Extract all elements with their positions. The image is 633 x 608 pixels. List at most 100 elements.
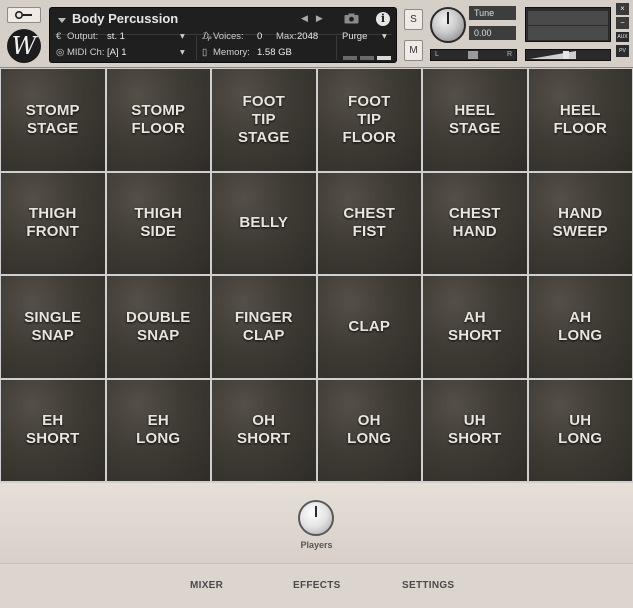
max-voices-value[interactable]: 2048 bbox=[297, 31, 318, 42]
instrument-nav-arrows-icon[interactable]: ◀▶ bbox=[301, 13, 331, 24]
pad[interactable]: CLAP bbox=[317, 276, 421, 378]
pad[interactable]: EH LONG bbox=[106, 379, 210, 481]
wrench-button[interactable] bbox=[7, 7, 41, 23]
meter-bar-right bbox=[528, 26, 608, 40]
instrument-menu-icon[interactable] bbox=[58, 18, 66, 23]
pad[interactable]: FINGER CLAP bbox=[212, 276, 316, 378]
pad-label: THIGH SIDE bbox=[134, 205, 183, 241]
pad[interactable]: HAND SWEEP bbox=[528, 172, 632, 274]
voices-value: 0 bbox=[257, 31, 263, 42]
tune-knob[interactable] bbox=[430, 7, 466, 43]
output-select[interactable]: st. 1 bbox=[107, 31, 125, 42]
purge-select[interactable]: Purge bbox=[342, 31, 367, 42]
pan-thumb[interactable] bbox=[468, 51, 478, 59]
pad[interactable]: THIGH SIDE bbox=[106, 172, 210, 274]
midi-icon: ◎ bbox=[56, 47, 65, 58]
close-button[interactable]: × bbox=[616, 3, 629, 15]
meter-bar-left bbox=[528, 11, 608, 25]
pad[interactable]: THIGH FRONT bbox=[1, 172, 105, 274]
pad-label: BELLY bbox=[239, 214, 289, 232]
level-meter bbox=[525, 7, 611, 42]
bottom-nav: MIXER EFFECTS SETTINGS bbox=[0, 563, 633, 608]
pan-right-label: R bbox=[506, 51, 512, 58]
pad-label: STOMP FLOOR bbox=[131, 101, 186, 137]
pad[interactable]: CHEST HAND bbox=[423, 172, 527, 274]
players-knob[interactable] bbox=[298, 500, 334, 536]
players-label: Players bbox=[300, 540, 333, 550]
memory-label: Memory: bbox=[213, 47, 250, 58]
max-label: Max: bbox=[276, 31, 297, 42]
pad-label: SINGLE SNAP bbox=[24, 308, 82, 344]
solo-button[interactable]: S bbox=[404, 9, 423, 30]
midi-channel-select[interactable]: [A] 1 bbox=[107, 47, 127, 58]
pad-label: FINGER CLAP bbox=[234, 308, 293, 344]
pad-label: FOOT TIP FLOOR bbox=[342, 92, 396, 146]
pad[interactable]: OH SHORT bbox=[212, 379, 316, 481]
pv-button[interactable]: PV bbox=[616, 45, 629, 57]
pad[interactable]: OH LONG bbox=[317, 379, 421, 481]
purge-indicator bbox=[343, 52, 394, 63]
output-label: Output: bbox=[67, 31, 99, 42]
players-panel: Players bbox=[0, 483, 633, 563]
tab-mixer[interactable]: MIXER bbox=[190, 580, 223, 591]
pad-label: EH SHORT bbox=[26, 412, 80, 448]
pad-label: OH LONG bbox=[347, 412, 392, 448]
tune-label: Tune bbox=[469, 6, 516, 20]
pad-label: UH LONG bbox=[558, 412, 603, 448]
pad-label: HEEL FLOOR bbox=[553, 101, 607, 137]
pad-label: THIGH FRONT bbox=[26, 205, 80, 241]
volume-thumb[interactable] bbox=[563, 51, 569, 59]
pad-label: HAND SWEEP bbox=[552, 205, 608, 241]
pad[interactable]: BELLY bbox=[212, 172, 316, 274]
pad[interactable]: SINGLE SNAP bbox=[1, 276, 105, 378]
pad[interactable]: EH SHORT bbox=[1, 379, 105, 481]
pad[interactable]: FOOT TIP STAGE bbox=[212, 69, 316, 171]
aux-button[interactable]: AUX bbox=[616, 32, 629, 42]
pad[interactable]: HEEL FLOOR bbox=[528, 69, 632, 171]
memory-icon: ▯ bbox=[202, 47, 208, 58]
voices-label: Voices: bbox=[213, 31, 244, 42]
instrument-header: W Body Percussion ◀▶ i € Output: st. 1 ▾… bbox=[0, 0, 633, 68]
pad[interactable]: AH LONG bbox=[528, 276, 632, 378]
midi-label: MIDI Ch: bbox=[67, 47, 105, 58]
pad[interactable]: STOMP FLOOR bbox=[106, 69, 210, 171]
pad-label: EH LONG bbox=[136, 412, 181, 448]
pad-label: OH SHORT bbox=[237, 412, 291, 448]
pan-slider[interactable]: L R bbox=[430, 49, 517, 61]
minimize-button[interactable]: − bbox=[616, 17, 629, 29]
instrument-name[interactable]: Body Percussion bbox=[72, 11, 178, 26]
pad[interactable]: HEEL STAGE bbox=[423, 69, 527, 171]
camera-icon[interactable] bbox=[344, 13, 359, 24]
pad[interactable]: FOOT TIP FLOOR bbox=[317, 69, 421, 171]
pad[interactable]: CHEST FIST bbox=[317, 172, 421, 274]
voices-icon: ₯ bbox=[202, 31, 212, 42]
pad[interactable]: UH LONG bbox=[528, 379, 632, 481]
pad-label: UH SHORT bbox=[448, 412, 502, 448]
output-dropdown-icon[interactable]: ▾ bbox=[180, 31, 185, 42]
tab-settings[interactable]: SETTINGS bbox=[402, 580, 454, 591]
info-icon[interactable]: i bbox=[376, 12, 390, 26]
divider bbox=[196, 36, 197, 60]
pad[interactable]: AH SHORT bbox=[423, 276, 527, 378]
pad-grid: STOMP STAGE STOMP FLOOR FOOT TIP STAGE F… bbox=[0, 68, 633, 483]
pad-label: AH SHORT bbox=[448, 308, 502, 344]
output-icon: € bbox=[56, 31, 62, 42]
tab-effects[interactable]: EFFECTS bbox=[293, 580, 341, 591]
pad[interactable]: STOMP STAGE bbox=[1, 69, 105, 171]
instrument-info-panel: Body Percussion ◀▶ i € Output: st. 1 ▾ ₯… bbox=[49, 7, 397, 63]
pad-label: FOOT TIP STAGE bbox=[237, 92, 290, 146]
purge-dropdown-icon[interactable]: ▾ bbox=[382, 31, 387, 42]
pad-label: STOMP STAGE bbox=[25, 101, 80, 137]
brand-logo: W bbox=[7, 29, 41, 63]
pad-label: CHEST HAND bbox=[448, 205, 501, 241]
volume-ramp bbox=[530, 51, 576, 59]
midi-dropdown-icon[interactable]: ▾ bbox=[180, 47, 185, 58]
pad-label: CLAP bbox=[348, 317, 391, 335]
mute-button[interactable]: M bbox=[404, 40, 423, 61]
pad[interactable]: UH SHORT bbox=[423, 379, 527, 481]
pad-label: HEEL STAGE bbox=[448, 101, 501, 137]
pan-left-label: L bbox=[435, 51, 439, 58]
tune-value[interactable]: 0.00 bbox=[469, 26, 516, 40]
volume-slider[interactable] bbox=[525, 49, 611, 61]
pad[interactable]: DOUBLE SNAP bbox=[106, 276, 210, 378]
